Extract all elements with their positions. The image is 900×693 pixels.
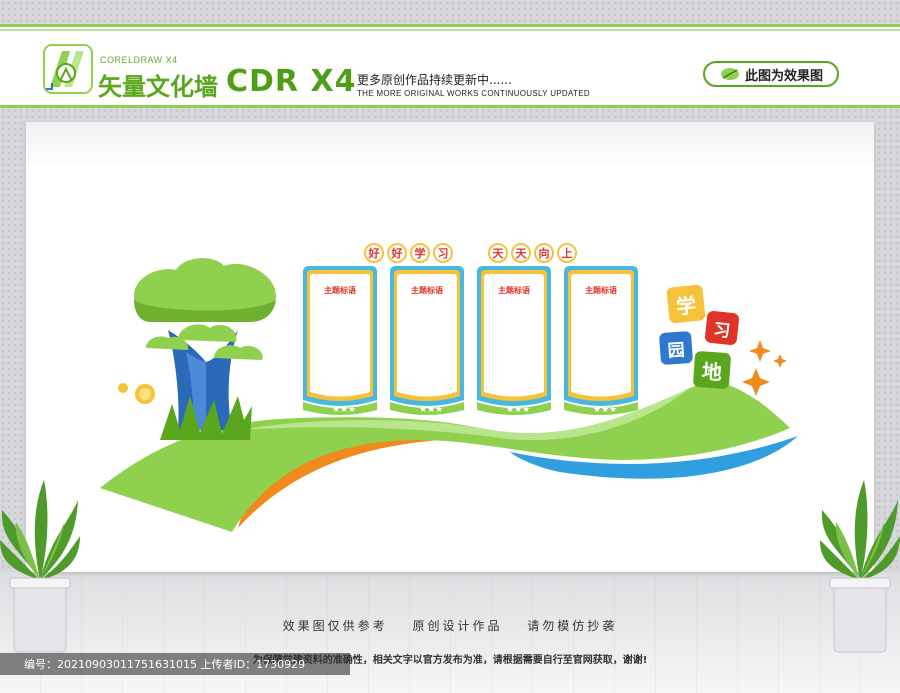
tree-canopy-mid [178,324,237,342]
sparkle-mid-icon [749,340,771,362]
slogan-left-char-2: 好 [387,243,407,263]
tile-xi: 习 [704,310,740,346]
slogan-right-char-1: 天 [488,243,508,263]
frame-title-2: 主题标语 [411,286,443,295]
wall-artwork: ★★★ ★★★ ★★★ ★★★ [100,258,798,532]
frame-title-1: 主题标语 [324,286,356,295]
image-id-text: 编号：20210903011751631015 上传者ID：1730929 [24,658,306,671]
coin-small [118,383,128,393]
slogan-left-char-1: 好 [364,243,384,263]
svg-text:★★★: ★★★ [332,405,356,415]
sparkle-large-icon [742,368,770,396]
slogan-right-char-4: 上 [557,243,577,263]
slogan-left-char-4: 习 [433,243,453,263]
svg-text:★★★: ★★★ [593,405,617,415]
frame-title-3: 主题标语 [498,286,530,295]
frame-title-4: 主题标语 [585,286,617,295]
footer-notice: 效果图仅供参考 原创设计作品 请勿模仿抄袭 [282,619,618,633]
image-id-bar: 编号：20210903011751631015 上传者ID：1730929 [0,653,350,675]
svg-text:★★★: ★★★ [506,405,530,415]
tree-canopy-small-right [214,345,263,360]
sparkle-small-icon [773,354,787,368]
tile-xue: 学 [666,284,706,324]
tile-di: 地 [692,350,732,390]
slogan-left-char-3: 学 [410,243,430,263]
svg-text:★★★: ★★★ [419,405,443,415]
slogan-right-char-2: 天 [511,243,531,263]
tile-yuan: 园 [658,330,694,366]
slogan-right-char-3: 向 [534,243,554,263]
